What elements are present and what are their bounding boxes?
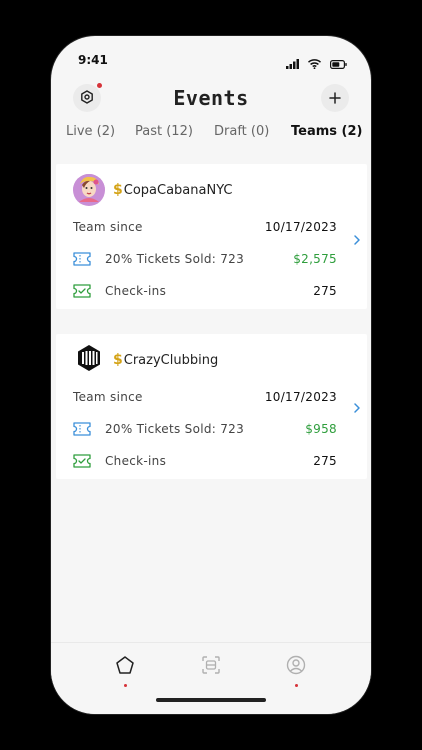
header: Events bbox=[51, 83, 371, 120]
team-name: CopaCabanaNYC bbox=[123, 183, 233, 198]
tab-draft[interactable]: Draft (0) bbox=[214, 124, 269, 139]
checkin-ticket-icon bbox=[73, 282, 91, 300]
nav-notification-dot bbox=[294, 684, 298, 687]
team-name-wrap: $ CrazyClubbing bbox=[113, 352, 218, 368]
profile-icon bbox=[286, 655, 306, 679]
plus-icon bbox=[329, 89, 341, 108]
chevron-right-icon[interactable] bbox=[352, 232, 362, 246]
team-since-label: Team since bbox=[73, 220, 143, 234]
currency-symbol: $ bbox=[113, 182, 123, 198]
tab-teams[interactable]: Teams (2) bbox=[291, 124, 362, 139]
status-bar: 9:41 bbox=[51, 36, 371, 80]
tab-past[interactable]: Past (12) bbox=[135, 124, 193, 139]
team-since-row: Team since 10/17/2023 bbox=[73, 387, 337, 407]
bottom-nav bbox=[51, 642, 371, 714]
nav-scan[interactable] bbox=[191, 655, 231, 695]
status-time: 9:41 bbox=[78, 53, 108, 67]
team-card-header: $ CopaCabanaNYC bbox=[73, 174, 233, 206]
battery-icon bbox=[330, 54, 347, 73]
currency-symbol: $ bbox=[113, 352, 123, 368]
team-since-row: Team since 10/17/2023 bbox=[73, 217, 337, 237]
checkins-label: Check-ins bbox=[105, 284, 167, 298]
team-name-wrap: $ CopaCabanaNYC bbox=[113, 182, 233, 198]
phone-screen: 9:41 Events Live (2) Past (12) Draft (0)… bbox=[51, 36, 371, 714]
chevron-right-icon[interactable] bbox=[352, 400, 362, 414]
home-indicator bbox=[156, 698, 266, 702]
tickets-sold-label: 20% Tickets Sold: 723 bbox=[105, 422, 245, 436]
checkins-row: Check-ins 275 bbox=[73, 451, 337, 471]
checkins-row: Check-ins 275 bbox=[73, 281, 337, 301]
wifi-icon bbox=[308, 54, 321, 73]
black-white-logo-avatar-icon bbox=[73, 344, 105, 376]
scan-icon bbox=[201, 655, 221, 679]
tickets-sold-amount: $2,575 bbox=[293, 252, 337, 266]
team-card[interactable]: $ CrazyClubbing Team since 10/17/2023 20… bbox=[56, 334, 367, 479]
event-tabs: Live (2) Past (12) Draft (0) Teams (2) bbox=[66, 124, 366, 146]
tickets-sold-row: 20% Tickets Sold: 723 $2,575 bbox=[73, 249, 337, 269]
team-card[interactable]: $ CopaCabanaNYC Team since 10/17/2023 20… bbox=[56, 164, 367, 309]
tickets-sold-label: 20% Tickets Sold: 723 bbox=[105, 252, 245, 266]
nav-profile[interactable] bbox=[276, 655, 316, 695]
team-since-date: 10/17/2023 bbox=[264, 220, 337, 234]
checkins-label: Check-ins bbox=[105, 454, 167, 468]
nav-home[interactable] bbox=[105, 655, 145, 695]
checkins-value: 275 bbox=[313, 284, 337, 298]
checkin-ticket-icon bbox=[73, 452, 91, 470]
status-icons bbox=[286, 54, 347, 73]
signal-icon bbox=[286, 54, 299, 73]
tickets-sold-row: 20% Tickets Sold: 723 $958 bbox=[73, 419, 337, 439]
nav-active-dot bbox=[123, 684, 127, 687]
ticket-icon bbox=[73, 250, 91, 268]
add-button[interactable] bbox=[321, 84, 349, 112]
team-avatar bbox=[73, 344, 105, 376]
profile-illustration-avatar-icon bbox=[73, 174, 105, 206]
home-pentagon-icon bbox=[115, 655, 135, 679]
ticket-icon bbox=[73, 420, 91, 438]
checkins-value: 275 bbox=[313, 454, 337, 468]
tab-live[interactable]: Live (2) bbox=[66, 124, 115, 139]
team-since-label: Team since bbox=[73, 390, 143, 404]
team-name: CrazyClubbing bbox=[123, 353, 219, 368]
team-card-header: $ CrazyClubbing bbox=[73, 344, 218, 376]
team-since-date: 10/17/2023 bbox=[264, 390, 337, 404]
team-avatar bbox=[73, 174, 105, 206]
tickets-sold-amount: $958 bbox=[305, 422, 337, 436]
